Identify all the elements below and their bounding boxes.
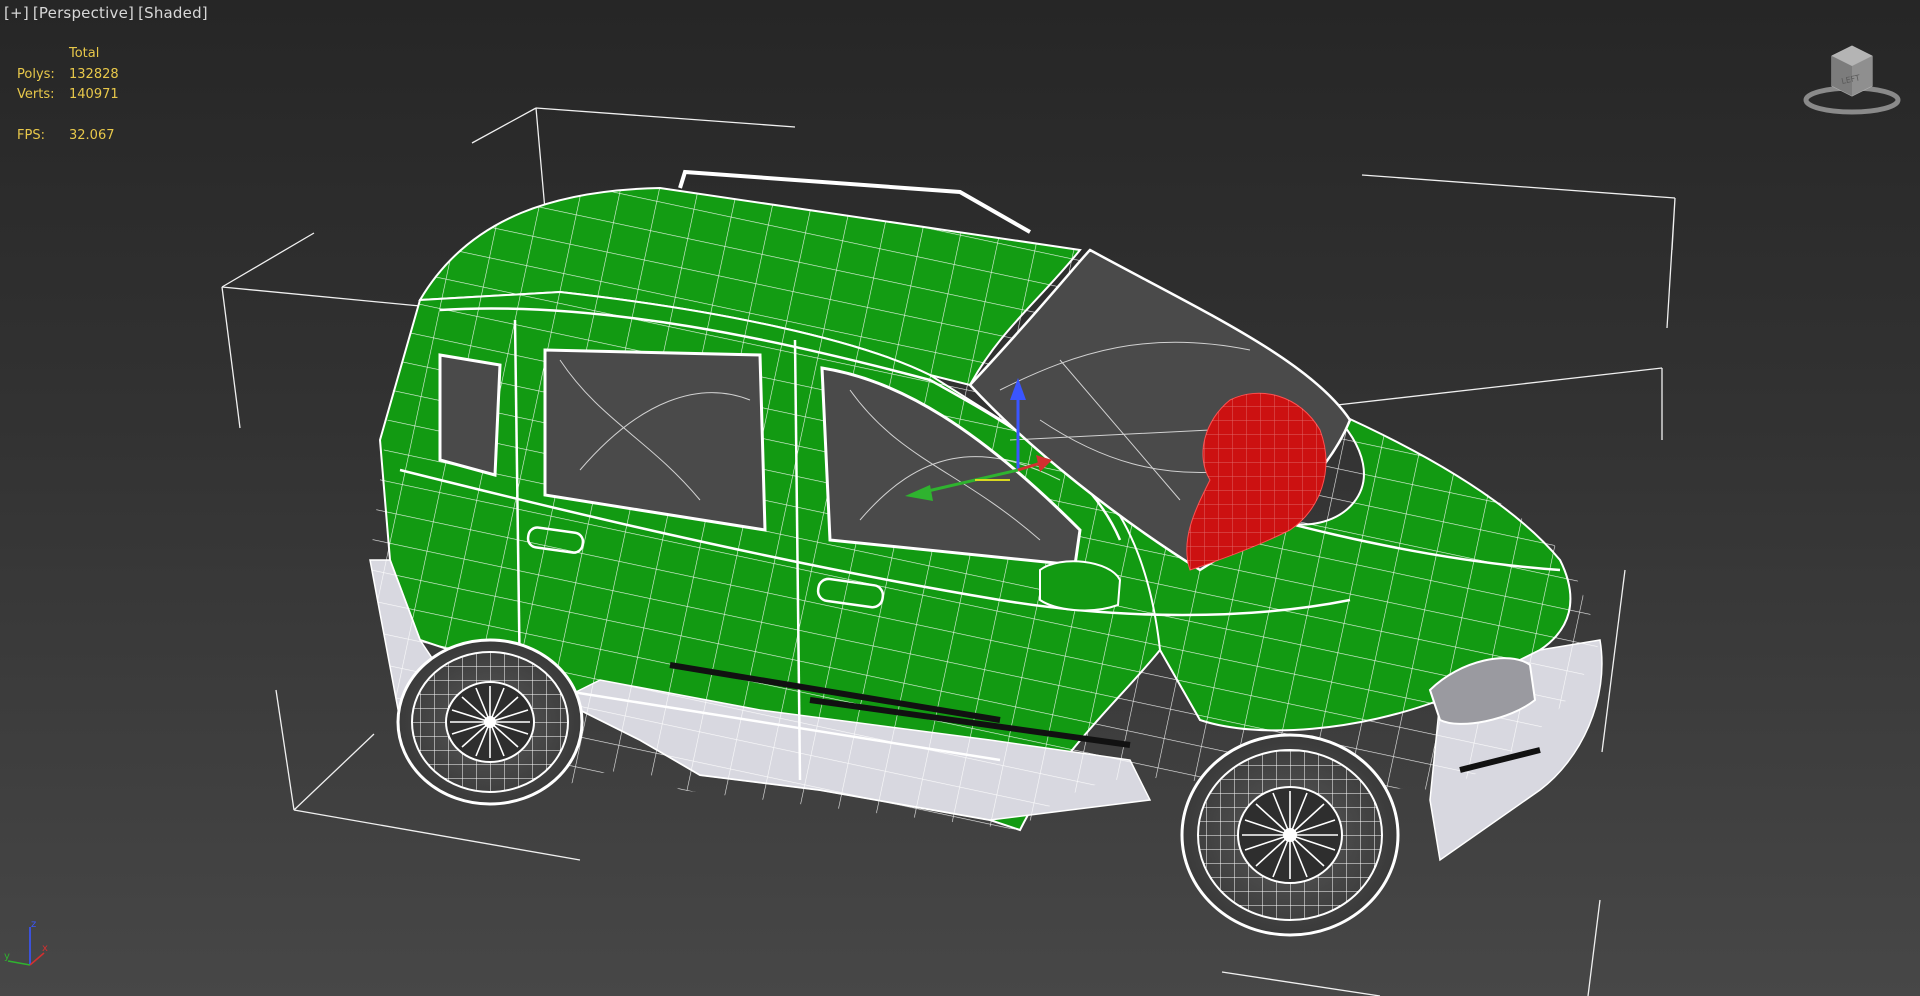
front-wheel — [1180, 733, 1400, 937]
axis-y-label: y — [4, 951, 10, 962]
axis-x-label: x — [42, 943, 48, 954]
axis-tripod-icon: z x y — [4, 919, 48, 966]
scene-render[interactable] — [0, 0, 1920, 996]
axis-z-label: z — [31, 919, 36, 930]
side-mirror — [1039, 560, 1122, 612]
perspective-viewport[interactable]: [+] [Perspective] [Shaded] Total Polys: 1… — [0, 0, 1920, 996]
rear-wheel — [396, 638, 584, 806]
viewcube[interactable]: LEFT — [1800, 38, 1904, 118]
